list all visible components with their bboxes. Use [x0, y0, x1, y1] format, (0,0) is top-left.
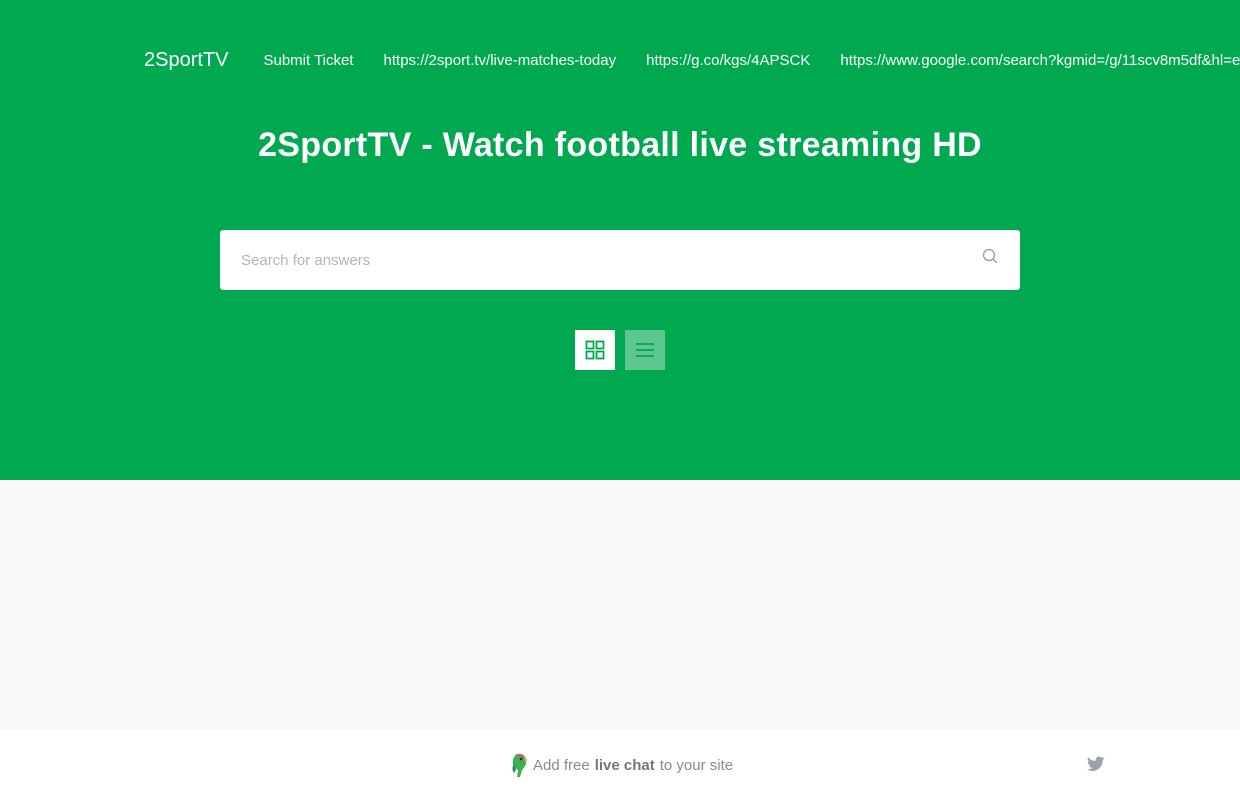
nav-link-submit-ticket[interactable]: Submit Ticket [263, 52, 353, 69]
grid-icon [585, 340, 605, 360]
promo-suffix: to your site [659, 756, 734, 774]
twitter-icon[interactable] [1087, 756, 1105, 772]
search-input[interactable] [220, 230, 960, 290]
nav-link-google-kgs[interactable]: https://g.co/kgs/4APSCK [646, 52, 810, 69]
list-view-button[interactable] [625, 330, 665, 370]
live-chat-promo-link[interactable]: Add free live chat to your site [506, 752, 733, 778]
promo-live-chat: live chat [594, 756, 655, 774]
search-bar [220, 230, 1020, 290]
promo-prefix: Add free [533, 756, 590, 774]
list-icon [636, 343, 654, 357]
grid-view-button[interactable] [575, 330, 615, 370]
page-title: 2SportTV - Watch football live streaming… [258, 126, 982, 164]
nav-link-live-matches[interactable]: https://2sport.tv/live-matches-today [384, 52, 617, 69]
parrot-logo-icon [512, 753, 528, 777]
nav-link-google-search[interactable]: https://www.google.com/search?kgmid=/g/1… [840, 52, 1240, 69]
search-icon[interactable] [982, 248, 998, 264]
top-nav: 2SportTV Submit Ticket https://2sport.tv… [144, 44, 1240, 76]
view-toggle [575, 330, 665, 370]
footer: Add free live chat to your site [0, 730, 1240, 800]
hero-header: 2SportTV Submit Ticket https://2sport.tv… [0, 0, 1240, 480]
brand-logo-link[interactable]: 2SportTV [144, 49, 228, 72]
